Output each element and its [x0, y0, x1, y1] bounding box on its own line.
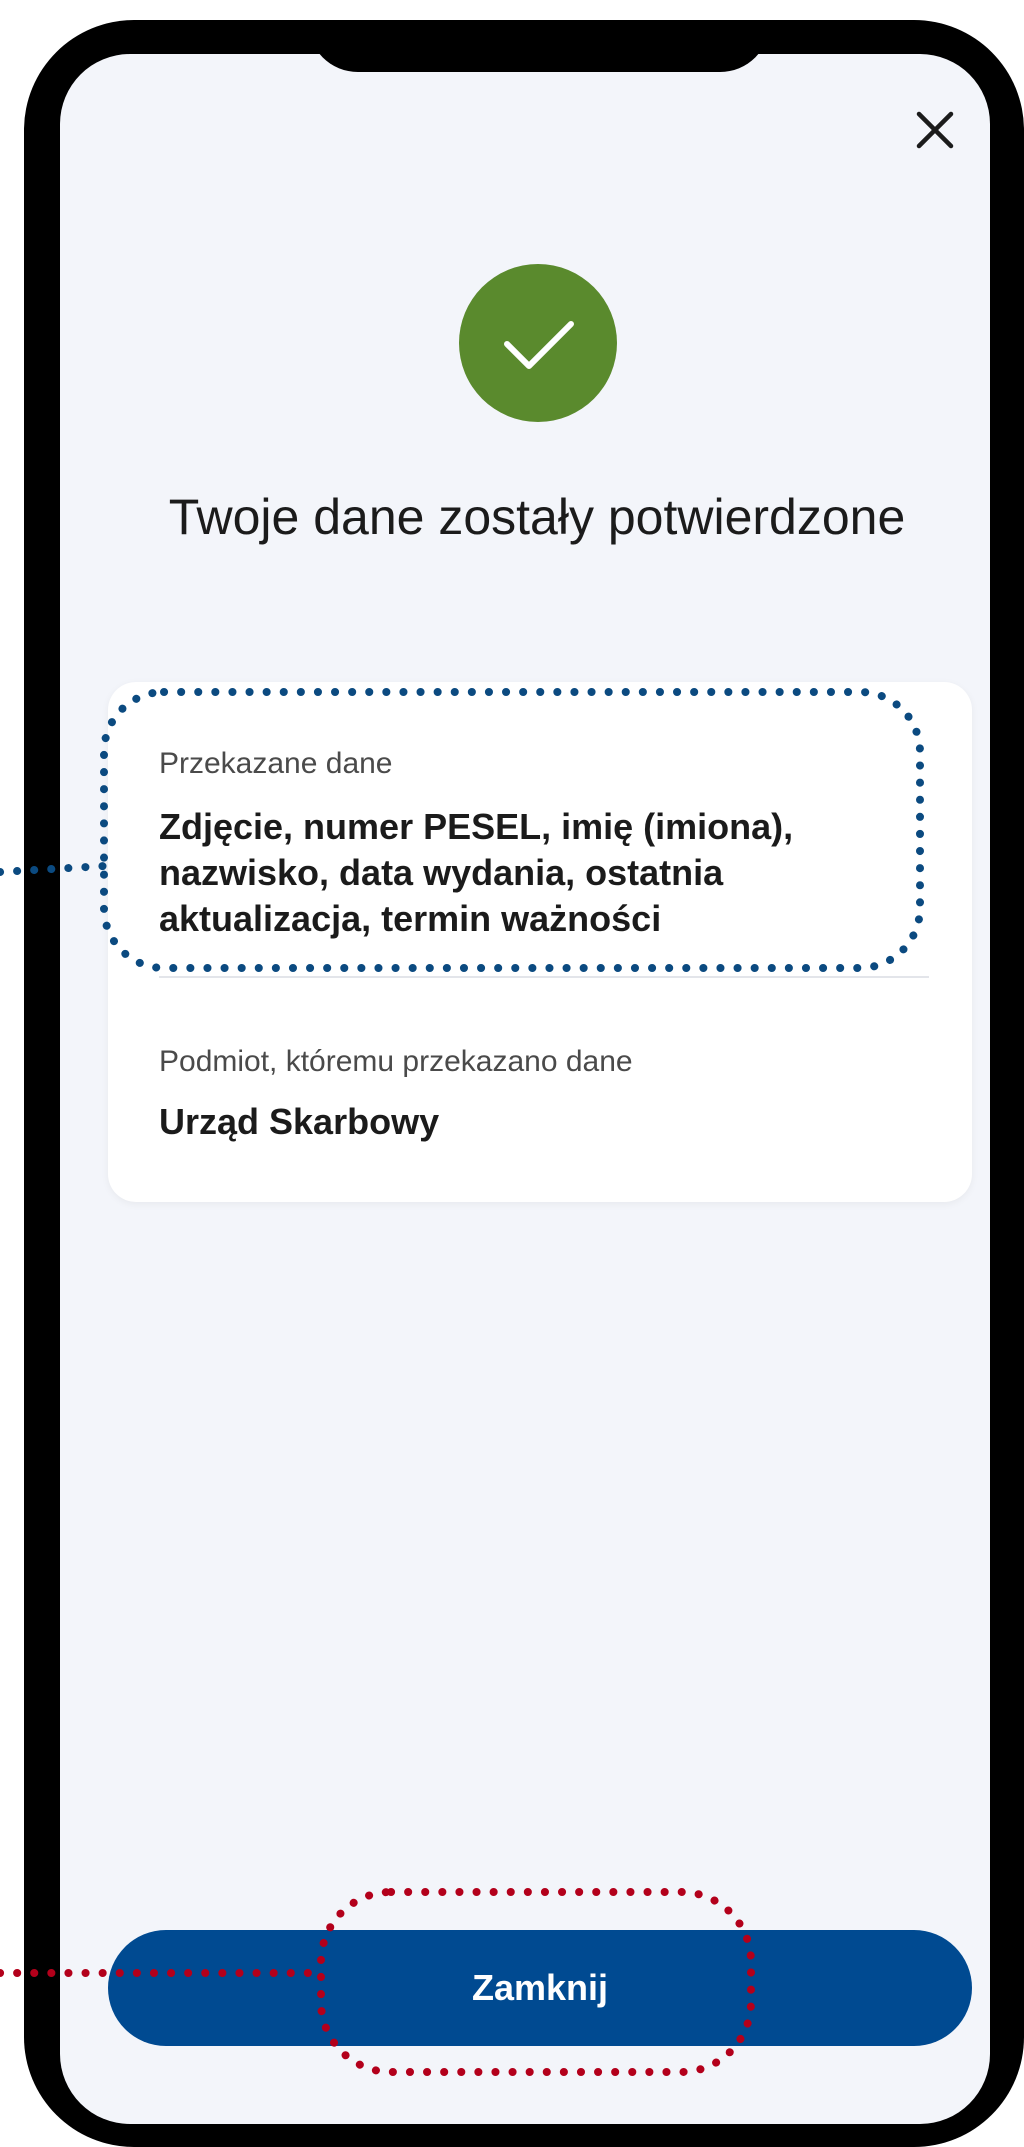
close-icon	[916, 111, 954, 149]
page-title: Twoje dane zostały potwierdzone	[168, 489, 906, 545]
close-main-button[interactable]: Zamknij	[108, 1930, 972, 2046]
recipient-value: Urząd Skarbowy	[159, 1101, 440, 1142]
recipient-label: Podmiot, któremu przekazano dane	[159, 1045, 633, 1078]
close-button[interactable]	[905, 100, 965, 160]
transferred-data-label: Przekazane dane	[159, 747, 393, 780]
close-main-button-label: Zamknij	[471, 1967, 609, 2008]
success-badge	[459, 264, 617, 422]
checkmark-icon	[504, 321, 574, 369]
phone-notch	[308, 20, 770, 72]
divider	[159, 976, 929, 978]
transferred-data-value: Zdjęcie, numer PESEL, imię (imiona), naz…	[159, 806, 794, 939]
